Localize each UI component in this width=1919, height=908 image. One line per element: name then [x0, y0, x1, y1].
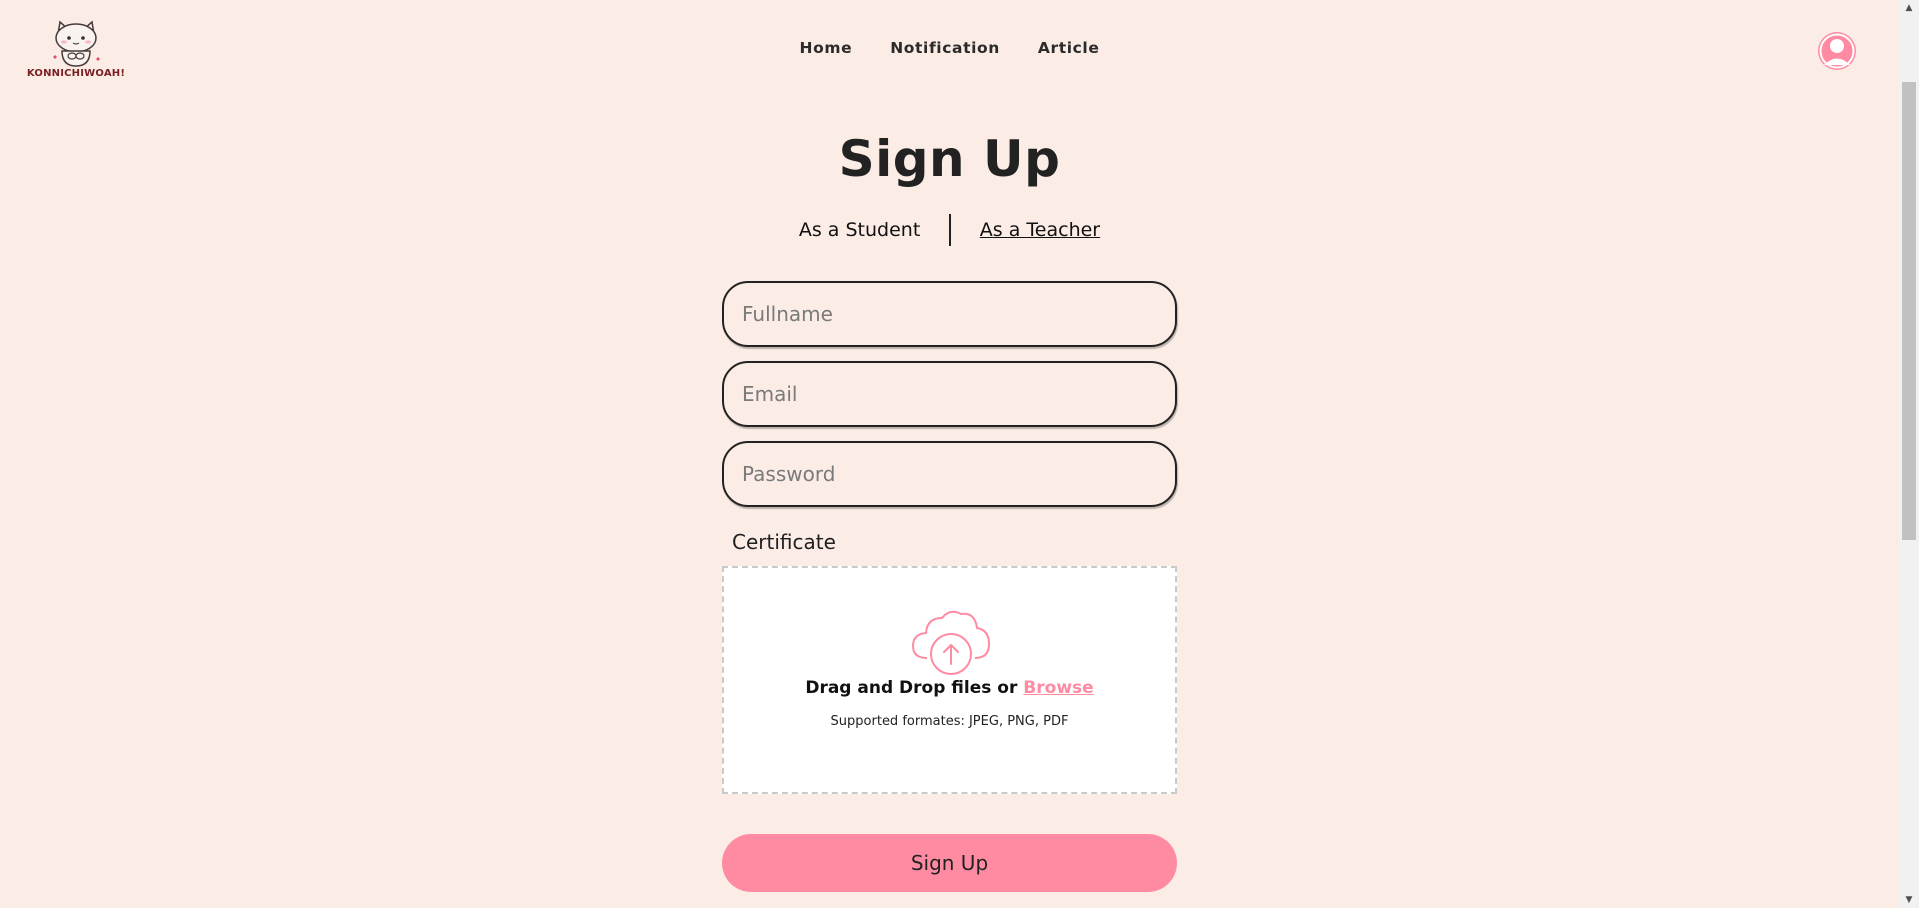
user-avatar-icon: [1819, 33, 1855, 69]
role-switch: As a Student As a Teacher: [0, 214, 1899, 246]
user-avatar-button[interactable]: [1818, 32, 1856, 70]
certificate-label: Certificate: [732, 530, 836, 554]
nav-home[interactable]: Home: [800, 39, 853, 57]
certificate-dropzone[interactable]: Drag and Drop files or Browse Supported …: [722, 566, 1177, 794]
nav-notification[interactable]: Notification: [890, 39, 1000, 57]
email-input[interactable]: [722, 361, 1177, 427]
scroll-down-arrow-icon[interactable]: ▼: [1899, 892, 1919, 908]
scroll-thumb[interactable]: [1902, 82, 1916, 540]
role-divider: [949, 214, 951, 246]
fullname-input[interactable]: [722, 281, 1177, 347]
cloud-upload-icon: [911, 610, 991, 675]
password-input[interactable]: [722, 441, 1177, 507]
supported-formats-text: Supported formates: JPEG, PNG, PDF: [830, 714, 1069, 729]
scroll-up-arrow-icon[interactable]: ▲: [1899, 0, 1919, 16]
dropzone-text: Drag and Drop files or Browse: [724, 678, 1175, 698]
dropzone-instruction: Drag and Drop files or: [805, 678, 1018, 698]
sign-up-button[interactable]: Sign Up: [722, 834, 1177, 892]
browse-link[interactable]: Browse: [1023, 678, 1093, 698]
nav-article[interactable]: Article: [1038, 39, 1100, 57]
main-nav: Home Notification Article: [0, 39, 1899, 57]
page-scrollbar[interactable]: ▲ ▼: [1899, 0, 1919, 908]
page-title: Sign Up: [838, 130, 1061, 188]
role-student-option[interactable]: As a Student: [799, 219, 920, 241]
role-teacher-option[interactable]: As a Teacher: [980, 219, 1100, 241]
logo-text: KONNICHIWOAH!: [26, 68, 126, 79]
